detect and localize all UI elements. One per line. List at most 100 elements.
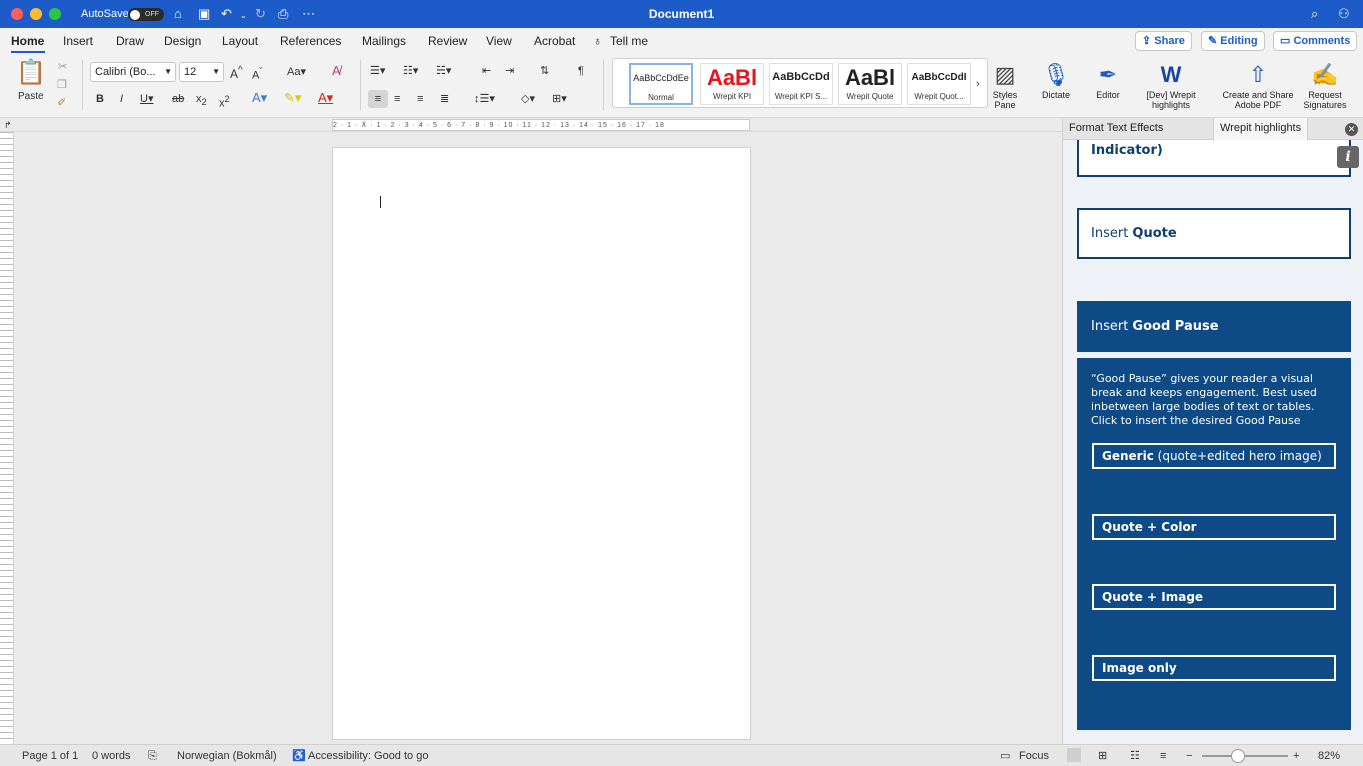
tab-review[interactable]: Review: [428, 34, 467, 48]
create-share-pdf-button[interactable]: ⇧ Create and Share Adobe PDF: [1216, 60, 1300, 110]
tab-view[interactable]: View: [486, 34, 512, 48]
tab-insert[interactable]: Insert: [63, 34, 93, 48]
tab-layout[interactable]: Layout: [222, 34, 258, 48]
line-spacing-icon[interactable]: ↕☰▾: [474, 92, 495, 106]
subscript-icon[interactable]: x2: [196, 92, 207, 109]
style-wrepit-quote[interactable]: AaBl Wrepit Quote: [838, 63, 902, 105]
tab-format-text-effects[interactable]: Format Text Effects: [1063, 118, 1169, 140]
focus-label[interactable]: Focus: [1019, 748, 1049, 764]
font-color-icon[interactable]: A▾: [318, 91, 333, 105]
cut-icon[interactable]: ✂: [58, 60, 67, 74]
vertical-ruler[interactable]: [0, 132, 14, 744]
copy-icon[interactable]: ❐: [57, 78, 67, 92]
format-painter-icon[interactable]: ✐: [57, 96, 66, 110]
draft-view-icon[interactable]: ≡: [1160, 748, 1166, 764]
accessibility-status[interactable]: Accessibility: Good to go: [308, 748, 428, 764]
clear-formatting-icon[interactable]: A̸: [332, 64, 341, 78]
font-size-select[interactable]: 12 ▼: [179, 62, 224, 82]
focus-icon[interactable]: ▭: [1000, 748, 1010, 764]
zoom-slider-handle[interactable]: [1231, 749, 1245, 763]
good-pause-image-only-button[interactable]: Image only: [1092, 655, 1336, 681]
paste-label[interactable]: Paste: [18, 90, 44, 104]
insert-good-pause-button[interactable]: Insert Good Pause: [1077, 301, 1351, 352]
indicator-card-text: Indicator): [1091, 143, 1163, 158]
share-people-icon[interactable]: ⚇: [1338, 6, 1350, 22]
bold-icon[interactable]: B: [96, 92, 104, 106]
align-center-icon[interactable]: ≡: [394, 92, 400, 106]
multilevel-list-icon[interactable]: ☵▾: [436, 64, 451, 78]
search-icon[interactable]: ⌕: [1311, 6, 1318, 22]
shading-icon[interactable]: ◇▾: [521, 92, 535, 106]
zoom-in-icon[interactable]: +: [1293, 748, 1299, 764]
style-wrepit-kpi[interactable]: AaBl Wrepit KPI: [700, 63, 764, 105]
close-pane-icon[interactable]: ✕: [1345, 123, 1358, 136]
page-count[interactable]: Page 1 of 1: [22, 748, 78, 764]
styles-pane-button[interactable]: ▨ Styles Pane: [988, 60, 1022, 110]
style-preview: AaBbCcDdI: [911, 72, 967, 83]
zoom-out-icon[interactable]: −: [1186, 748, 1192, 764]
strikethrough-icon[interactable]: ab: [172, 92, 184, 106]
decrease-indent-icon[interactable]: ⇤: [482, 64, 491, 78]
paste-icon[interactable]: 📋: [16, 60, 46, 86]
good-pause-quote-image-button[interactable]: Quote + Image: [1092, 584, 1336, 610]
numbering-icon[interactable]: ☷▾: [403, 64, 418, 78]
pencil-icon: ✎: [1208, 35, 1218, 47]
font-name-select[interactable]: Calibri (Bo... ▼: [90, 62, 176, 82]
zoom-slider[interactable]: [1202, 755, 1288, 757]
borders-icon[interactable]: ⊞▾: [552, 92, 567, 106]
good-pause-generic-button[interactable]: Generic (quote+edited hero image): [1092, 443, 1336, 469]
tab-wrepit-highlights[interactable]: Wrepit highlights: [1213, 118, 1309, 140]
tab-draw[interactable]: Draw: [116, 34, 144, 48]
tab-acrobat[interactable]: Acrobat: [534, 34, 575, 48]
align-right-icon[interactable]: ≡: [417, 92, 423, 106]
change-case-icon[interactable]: Aa▾: [287, 65, 306, 79]
superscript-icon[interactable]: x2: [219, 92, 230, 111]
good-pause-quote-color-button[interactable]: Quote + Color: [1092, 514, 1336, 540]
tab-references[interactable]: References: [280, 34, 341, 48]
style-wrepit-quote-2[interactable]: AaBbCcDdI Wrepit Quot...: [907, 63, 971, 105]
show-formatting-icon[interactable]: ¶: [578, 64, 584, 78]
request-signatures-button[interactable]: ✍ Request Signatures: [1298, 60, 1352, 110]
zoom-level[interactable]: 82%: [1318, 748, 1340, 764]
italic-icon[interactable]: I: [120, 92, 123, 106]
styles-pane-icon: ▨: [994, 62, 1016, 87]
tab-selector-icon[interactable]: ↱: [4, 118, 12, 132]
info-icon[interactable]: i: [1337, 146, 1359, 168]
style-preview: AaBbCcDd: [772, 71, 830, 83]
proofing-icon[interactable]: ⎘: [148, 748, 157, 764]
align-left-icon[interactable]: ≡: [368, 90, 388, 108]
word-count[interactable]: 0 words: [92, 748, 131, 764]
style-wrepit-kpi-s[interactable]: AaBbCcDd Wrepit KPI S...: [769, 63, 833, 105]
horizontal-ruler[interactable]: ↱ 2 · 1 · ⊼ · 1 · 2 · 3 · 4 · 5 · 6 · 7 …: [0, 118, 1062, 132]
indicator-card[interactable]: Indicator): [1077, 140, 1351, 177]
gallery-next-icon[interactable]: ›: [976, 77, 980, 91]
increase-indent-icon[interactable]: ⇥: [505, 64, 514, 78]
sort-icon[interactable]: ⇅: [540, 64, 549, 78]
dictate-button[interactable]: 🎙 Dictate: [1036, 60, 1076, 100]
tab-mailings[interactable]: Mailings: [362, 34, 406, 48]
shrink-font-icon[interactable]: Aˇ: [252, 64, 262, 83]
accessibility-icon[interactable]: ♿: [292, 748, 306, 764]
tell-me-search[interactable]: Tell me: [610, 34, 648, 48]
justify-icon[interactable]: ≣: [440, 92, 449, 106]
print-layout-icon[interactable]: [1067, 748, 1081, 762]
outline-view-icon[interactable]: ☷: [1130, 748, 1140, 764]
web-layout-icon[interactable]: ⊞: [1098, 748, 1107, 764]
tab-design[interactable]: Design: [164, 34, 201, 48]
text-effects-icon[interactable]: A▾: [252, 91, 267, 105]
good-pause-description: “Good Pause” gives your reader a visual …: [1091, 372, 1317, 427]
document-page[interactable]: [332, 147, 751, 740]
editor-button[interactable]: ✒ Editor: [1088, 60, 1128, 100]
style-normal[interactable]: AaBbCcDdEe Normal: [629, 63, 693, 105]
bullets-icon[interactable]: ☰▾: [370, 64, 385, 78]
highlight-icon[interactable]: ✎▾: [284, 91, 301, 105]
grow-font-icon[interactable]: A^: [230, 64, 243, 81]
comments-button[interactable]: ▭ Comments: [1273, 31, 1358, 51]
editing-button[interactable]: ✎ Editing: [1201, 31, 1265, 51]
share-button[interactable]: ⇪ Share: [1135, 31, 1192, 51]
tab-home[interactable]: Home: [11, 34, 44, 48]
underline-icon[interactable]: U▾: [140, 92, 153, 106]
dev-wrepit-highlights-button[interactable]: W [Dev] Wrepit highlights: [1138, 60, 1204, 110]
language-status[interactable]: Norwegian (Bokmål): [177, 748, 277, 764]
insert-quote-button[interactable]: Insert Quote: [1077, 208, 1351, 259]
